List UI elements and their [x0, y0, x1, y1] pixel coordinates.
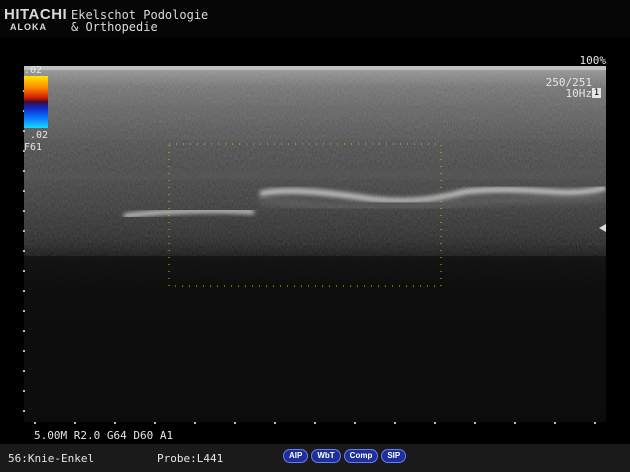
clinic-name-line2: & Orthopedie: [71, 20, 158, 34]
frame-rate-indicator: 1: [592, 88, 601, 98]
lateral-scale: [34, 422, 596, 424]
aip-badge[interactable]: AIP: [283, 449, 309, 463]
color-scale-top-label: .02: [24, 65, 43, 76]
color-scale-bar: [24, 76, 48, 128]
frame-rate-readout: 10Hz: [565, 87, 593, 100]
wbt-badge[interactable]: WbT: [311, 449, 341, 463]
acoustic-power-readout: 100%: [579, 54, 607, 67]
hitachi-logo: HITACHI: [4, 6, 68, 23]
exam-preset: 56:Knie-Enkel: [8, 452, 95, 465]
triangle-left-icon: [599, 224, 606, 232]
sip-badge[interactable]: SIP: [381, 449, 407, 463]
comp-badge[interactable]: Comp: [343, 449, 379, 463]
filter-label: F61: [24, 142, 43, 153]
scan-parameters: 5.00M R2.0 G64 D60 A1: [34, 429, 174, 442]
aloka-logo: ALOKA: [10, 22, 47, 32]
probe-label: Probe:L441: [157, 452, 224, 465]
color-scale-bottom-label: .02: [30, 130, 49, 141]
processing-badges: AIP WbT Comp SIP: [283, 449, 407, 463]
ultrasound-image: [24, 66, 606, 422]
